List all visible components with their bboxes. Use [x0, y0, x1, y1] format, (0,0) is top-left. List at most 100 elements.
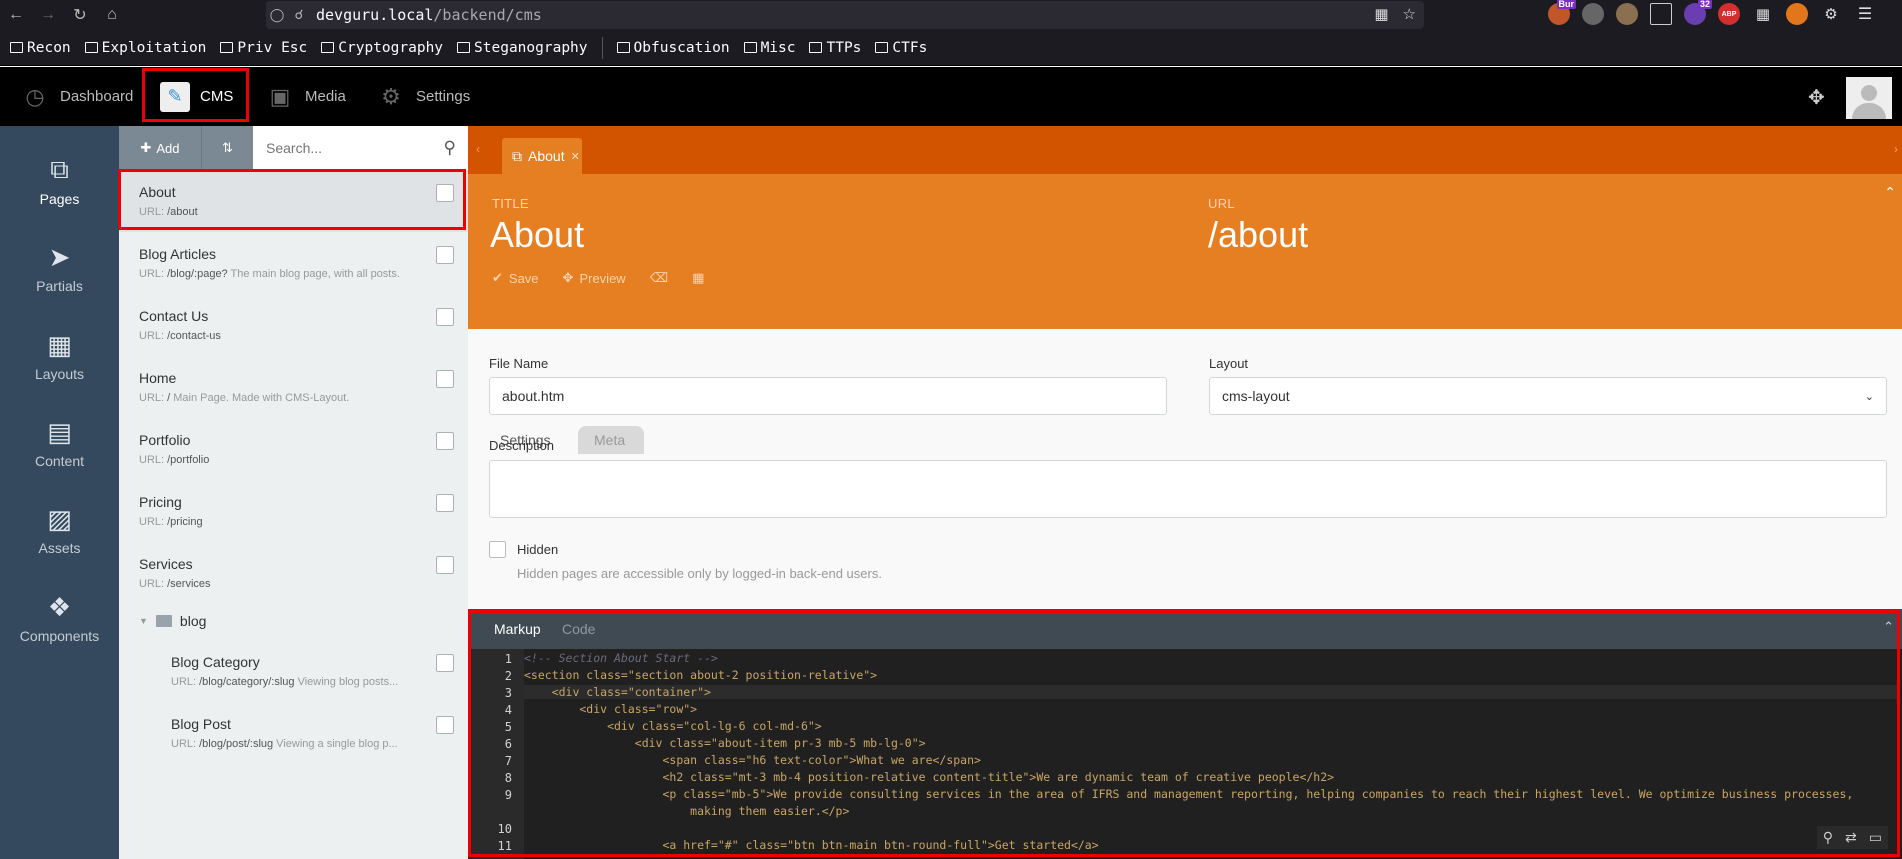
sidebar-item-assets[interactable]: ▨ Assets: [0, 504, 119, 556]
close-icon[interactable]: ✕: [571, 150, 580, 163]
puzzle-extensions-icon[interactable]: ⚙: [1820, 3, 1842, 25]
code-line[interactable]: <div class="col-lg-6 col-md-6">: [524, 719, 1898, 733]
nav-settings[interactable]: ⚙ Settings: [376, 67, 470, 126]
sort-button[interactable]: ⇅: [201, 126, 253, 170]
page-checkbox[interactable]: [436, 246, 454, 264]
preview-button[interactable]: ✥ Preview: [563, 270, 626, 286]
caret-down-icon[interactable]: ▼: [139, 616, 148, 626]
page-list-item[interactable]: Blog Post URL: /blog/post/:slug Viewing …: [119, 702, 468, 764]
description-textarea[interactable]: [489, 460, 1887, 518]
code-line[interactable]: <section class="section about-2 position…: [524, 668, 1898, 682]
page-list-item[interactable]: Portfolio URL: /portfolio: [119, 418, 468, 480]
page-checkbox[interactable]: [436, 556, 454, 574]
move-arrows-icon[interactable]: ✥: [1808, 85, 1825, 110]
sidebar-item-partials[interactable]: ➤ Partials: [0, 242, 119, 294]
bookmark-exploitation[interactable]: Exploitation: [84, 40, 206, 56]
lock-icon[interactable]: ☌: [288, 7, 310, 23]
code-line[interactable]: <span class="h6 text-color">What we are<…: [524, 753, 1898, 767]
code-line[interactable]: <!-- Section About Start -->: [524, 651, 1898, 665]
bookmark-misc[interactable]: Misc: [743, 40, 795, 56]
bookmark-cryptography[interactable]: Cryptography: [321, 40, 443, 56]
search-icon[interactable]: ⚲: [444, 138, 456, 158]
home-icon[interactable]: ⌂: [96, 0, 128, 30]
title-field[interactable]: About: [490, 214, 584, 256]
shuffle-icon[interactable]: ⇄: [1845, 829, 1857, 846]
layout-select[interactable]: cms-layout ⌄: [1209, 377, 1887, 415]
code-line[interactable]: <div class="about-item pr-3 mb-5 mb-lg-0…: [524, 736, 1898, 750]
sidebar-item-pages[interactable]: ⧉ Pages: [0, 154, 119, 207]
back-icon[interactable]: ←: [0, 0, 32, 30]
page-checkbox[interactable]: [436, 432, 454, 450]
qr-code-icon[interactable]: ▦: [1374, 5, 1388, 23]
search-input[interactable]: [266, 140, 436, 156]
page-list-item[interactable]: Pricing URL: /pricing: [119, 480, 468, 542]
adblock-extension-icon[interactable]: ABP: [1718, 3, 1740, 25]
page-checkbox[interactable]: [436, 308, 454, 326]
code-line[interactable]: <a href="#" class="btn btn-main btn-roun…: [524, 838, 1898, 852]
search-icon[interactable]: ⚲: [1823, 829, 1833, 846]
nav-cms[interactable]: ✎ CMS: [160, 67, 233, 126]
save-button[interactable]: ✔ Save: [492, 270, 539, 286]
collapse-icon[interactable]: ⌃: [1883, 619, 1894, 635]
fullscreen-icon[interactable]: ▭: [1869, 829, 1882, 846]
code-line[interactable]: <p class="mb-5">We provide consulting se…: [524, 787, 1898, 801]
bookmark-recon[interactable]: Recon: [10, 40, 71, 56]
burp-extension-icon[interactable]: Bur: [1548, 0, 1576, 25]
page-list-item[interactable]: Home URL: / Main Page. Made with CMS-Lay…: [119, 356, 468, 418]
shield-icon[interactable]: ◯: [266, 7, 288, 23]
url-text[interactable]: devguru.local/backend/cms: [316, 6, 542, 24]
forward-icon[interactable]: →: [32, 0, 64, 30]
hamburger-menu-icon[interactable]: ☰: [1854, 3, 1876, 25]
tab-meta[interactable]: Meta: [578, 426, 644, 454]
bookmark-priv-esc[interactable]: Priv Esc: [220, 40, 307, 56]
code-line[interactable]: <div class="container">: [524, 685, 1898, 699]
nav-media[interactable]: ▣ Media: [265, 67, 346, 126]
screenshot-extension-icon[interactable]: [1650, 3, 1672, 25]
code-line[interactable]: making them easier.</p>: [524, 804, 1898, 818]
hidden-checkbox[interactable]: [489, 541, 506, 558]
page-list-item[interactable]: Blog Category URL: /blog/category/:slug …: [119, 640, 468, 702]
nav-dashboard[interactable]: ◷ Dashboard: [20, 67, 133, 126]
page-checkbox[interactable]: [436, 370, 454, 388]
schedule-button[interactable]: ▦: [692, 270, 704, 286]
avatar[interactable]: [1846, 77, 1892, 119]
add-page-button[interactable]: ✚ Add: [119, 126, 201, 170]
tab-markup[interactable]: Markup: [494, 621, 541, 637]
url-field[interactable]: /about: [1208, 214, 1308, 256]
bookmark-steganography[interactable]: Steganography: [457, 40, 588, 56]
collapse-icon[interactable]: ⌃: [1884, 184, 1896, 201]
address-bar[interactable]: ◯ ☌ devguru.local/backend/cms ▦ ☆: [266, 1, 1424, 29]
bookmark-ttps[interactable]: TTPs: [809, 40, 861, 56]
search-box[interactable]: ⚲: [253, 126, 468, 170]
markup-code-editor[interactable]: Markup Code ⌃ 1 2 3 4 5 6 7 8 9 10 11 <!…: [468, 609, 1902, 859]
tab-code[interactable]: Code: [562, 621, 595, 637]
folder-blog[interactable]: ▼ blog: [139, 613, 206, 629]
tab-scroll-right-icon[interactable]: ›: [1894, 142, 1898, 156]
hidden-label[interactable]: Hidden: [517, 542, 558, 557]
page-checkbox[interactable]: [436, 494, 454, 512]
grid-extension-icon[interactable]: ▦: [1752, 3, 1774, 25]
page-list-item[interactable]: Contact Us URL: /contact-us: [119, 294, 468, 356]
page-list-item[interactable]: Blog Articles URL: /blog/:page? The main…: [119, 232, 468, 294]
cookie-extension-icon[interactable]: [1582, 3, 1604, 25]
page-checkbox[interactable]: [436, 654, 454, 672]
bookmark-obfuscation[interactable]: Obfuscation: [616, 40, 730, 56]
tab-about[interactable]: ⧉ About ✕: [502, 138, 582, 174]
page-list-item[interactable]: Services URL: /services: [119, 542, 468, 604]
page-checkbox[interactable]: [436, 184, 454, 202]
code-line[interactable]: <div class="row">: [524, 702, 1898, 716]
page-checkbox[interactable]: [436, 716, 454, 734]
delete-button[interactable]: ⌫: [650, 270, 668, 286]
ublock-extension-icon[interactable]: 32: [1684, 0, 1712, 25]
bookmark-star-icon[interactable]: ☆: [1403, 5, 1416, 23]
tab-scroll-left-icon[interactable]: ‹: [476, 142, 480, 156]
bookmark-ctfs[interactable]: CTFs: [875, 40, 927, 56]
face-extension-icon[interactable]: [1616, 3, 1638, 25]
reload-icon[interactable]: ↻: [64, 0, 96, 30]
sidebar-item-layouts[interactable]: ▦ Layouts: [0, 330, 119, 382]
code-line[interactable]: <h2 class="mt-3 mb-4 position-relative c…: [524, 770, 1898, 784]
file-name-input[interactable]: about.htm: [489, 377, 1167, 415]
metamask-extension-icon[interactable]: [1786, 3, 1808, 25]
sidebar-item-content[interactable]: ▤ Content: [0, 417, 119, 469]
page-list-item[interactable]: About URL: /about: [119, 170, 468, 232]
